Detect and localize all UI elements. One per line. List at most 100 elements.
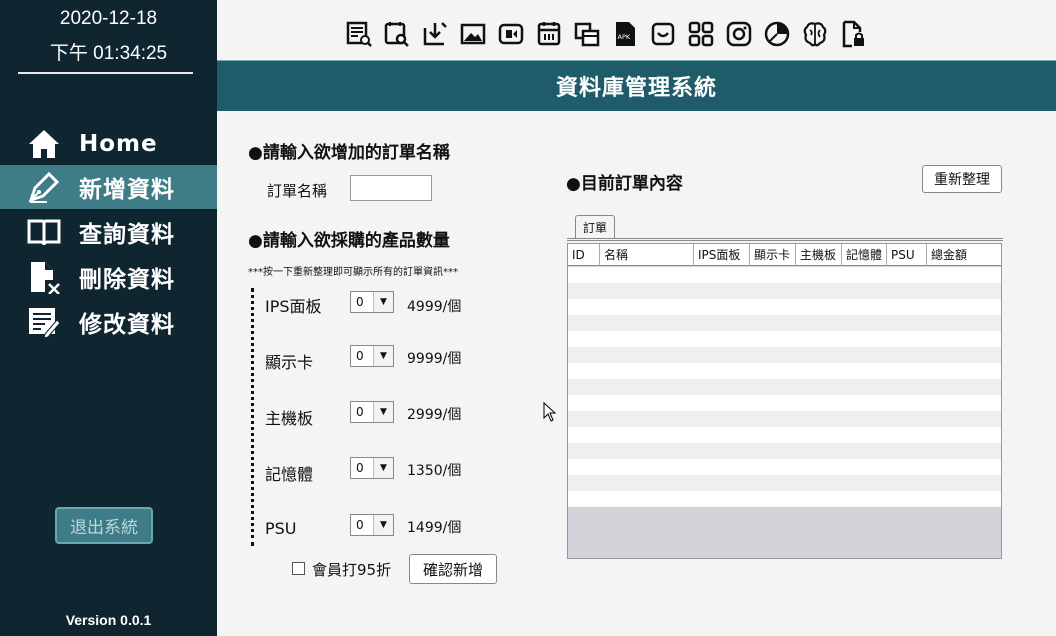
chevron-down-icon[interactable]: ▼	[373, 292, 393, 312]
sidebar-item-label: Home	[79, 131, 158, 157]
table-row	[568, 491, 1001, 507]
confirm-add-button[interactable]: 確認新增	[409, 554, 497, 584]
qty-select-memory[interactable]: 0 ▼	[350, 457, 394, 479]
table-row	[568, 443, 1001, 459]
copy-icon[interactable]	[572, 18, 602, 50]
qty-select-psu[interactable]: 0 ▼	[350, 514, 394, 536]
column-header-total[interactable]: 總金額	[927, 244, 1001, 266]
table-row	[568, 283, 1001, 299]
qty-value: 0	[356, 518, 364, 532]
pen-icon	[26, 169, 62, 205]
svg-text:APK: APK	[618, 33, 631, 41]
sidebar-item-label: 新增資料	[79, 177, 175, 203]
table-row	[568, 363, 1001, 379]
order-name-section-title: ●請輸入欲增加的訂單名稱	[248, 143, 450, 163]
sidebar-item-delete[interactable]: 刪除資料	[0, 255, 217, 299]
divider	[18, 72, 193, 74]
sidebar-item-home[interactable]: Home	[0, 122, 217, 166]
download-icon[interactable]	[420, 18, 450, 50]
qty-select-gpu[interactable]: 0 ▼	[350, 345, 394, 367]
price-memory: 1350/個	[407, 463, 462, 479]
table-row	[568, 427, 1001, 443]
time-display: 下午 01:34:25	[49, 43, 168, 64]
toolbar: APK	[344, 18, 868, 50]
image-icon[interactable]	[458, 18, 488, 50]
table-body	[568, 267, 1001, 507]
column-header-psu[interactable]: PSU	[887, 244, 927, 266]
mouse-cursor-icon	[543, 401, 557, 426]
quantity-section-title: ●請輸入欲採購的產品數量	[248, 231, 450, 251]
price-ips: 4999/個	[407, 299, 462, 315]
tab-divider	[567, 238, 1003, 241]
order-name-label: 訂單名稱	[267, 182, 328, 200]
home-icon	[26, 126, 62, 162]
search-file-icon[interactable]	[382, 18, 412, 50]
product-label-ips: IPS面板	[265, 297, 322, 316]
qty-select-ips[interactable]: 0 ▼	[350, 291, 394, 313]
chevron-down-icon[interactable]: ▼	[373, 515, 393, 535]
product-label-gpu: 顯示卡	[265, 353, 314, 372]
video-icon[interactable]	[496, 18, 526, 50]
sidebar-item-label: 修改資料	[79, 312, 175, 338]
tab-orders[interactable]: 訂單	[575, 215, 615, 239]
table-row	[568, 411, 1001, 427]
table-row	[568, 459, 1001, 475]
sidebar-item-query[interactable]: 查詢資料	[0, 210, 217, 254]
sidebar: 2020-12-18 下午 01:34:25 Home 新增資料 查詢資料 刪除…	[0, 0, 217, 636]
sidebar-item-add[interactable]: 新增資料	[0, 165, 217, 209]
product-label-memory: 記憶體	[265, 465, 314, 484]
column-header-motherboard[interactable]: 主機板	[796, 244, 842, 266]
sidebar-item-label: 刪除資料	[79, 267, 175, 293]
table-row	[568, 347, 1001, 363]
logout-button[interactable]: 退出系統	[55, 507, 153, 544]
product-label-psu: PSU	[265, 519, 297, 538]
member-discount-label: 會員打95折	[312, 561, 392, 579]
instagram-icon[interactable]	[724, 18, 754, 50]
version-label: Version 0.0.1	[65, 612, 152, 628]
table-row	[568, 267, 1001, 283]
table-row	[568, 395, 1001, 411]
apk-icon[interactable]: APK	[610, 18, 640, 50]
table-row	[568, 299, 1001, 315]
inbox-icon[interactable]	[648, 18, 678, 50]
orders-table[interactable]: ID 名稱 IPS面板 顯示卡 主機板 記憶體 PSU 總金額	[567, 243, 1002, 559]
order-name-input[interactable]	[350, 175, 432, 201]
date-display: 2020-12-18	[59, 8, 158, 29]
chevron-down-icon[interactable]: ▼	[373, 402, 393, 422]
pie-chart-icon[interactable]	[762, 18, 792, 50]
sidebar-item-label: 查詢資料	[79, 222, 175, 248]
delete-file-icon	[26, 259, 62, 295]
divider	[251, 288, 254, 546]
brain-icon[interactable]	[800, 18, 830, 50]
refresh-button[interactable]: 重新整理	[922, 165, 1002, 193]
book-icon	[26, 214, 62, 250]
member-discount-checkbox[interactable]	[292, 562, 305, 575]
column-header-ips[interactable]: IPS面板	[694, 244, 750, 266]
current-orders-title: ●目前訂單內容	[566, 174, 683, 194]
column-header-name[interactable]: 名稱	[600, 244, 694, 266]
refresh-note: ***按一下重新整理即可顯示所有的訂單資訊***	[248, 267, 458, 278]
table-row	[568, 379, 1001, 395]
column-header-gpu[interactable]: 顯示卡	[750, 244, 796, 266]
grid-icon[interactable]	[686, 18, 716, 50]
price-motherboard: 2999/個	[407, 407, 462, 423]
chevron-down-icon[interactable]: ▼	[373, 458, 393, 478]
column-header-memory[interactable]: 記憶體	[842, 244, 887, 266]
chevron-down-icon[interactable]: ▼	[373, 346, 393, 366]
column-header-id[interactable]: ID	[568, 244, 600, 266]
calendar-icon[interactable]	[534, 18, 564, 50]
edit-list-icon	[26, 304, 62, 340]
product-label-motherboard: 主機板	[265, 409, 314, 428]
sidebar-item-edit[interactable]: 修改資料	[0, 300, 217, 344]
qty-value: 0	[356, 349, 364, 363]
qty-value: 0	[356, 405, 364, 419]
price-gpu: 9999/個	[407, 351, 462, 367]
table-row	[568, 315, 1001, 331]
table-header: ID 名稱 IPS面板 顯示卡 主機板 記憶體 PSU 總金額	[568, 244, 1001, 266]
page-title: 資料庫管理系統	[217, 60, 1056, 111]
qty-value: 0	[356, 295, 364, 309]
report-icon[interactable]	[344, 18, 374, 50]
file-lock-icon[interactable]	[838, 18, 868, 50]
table-row	[568, 331, 1001, 347]
qty-select-motherboard[interactable]: 0 ▼	[350, 401, 394, 423]
